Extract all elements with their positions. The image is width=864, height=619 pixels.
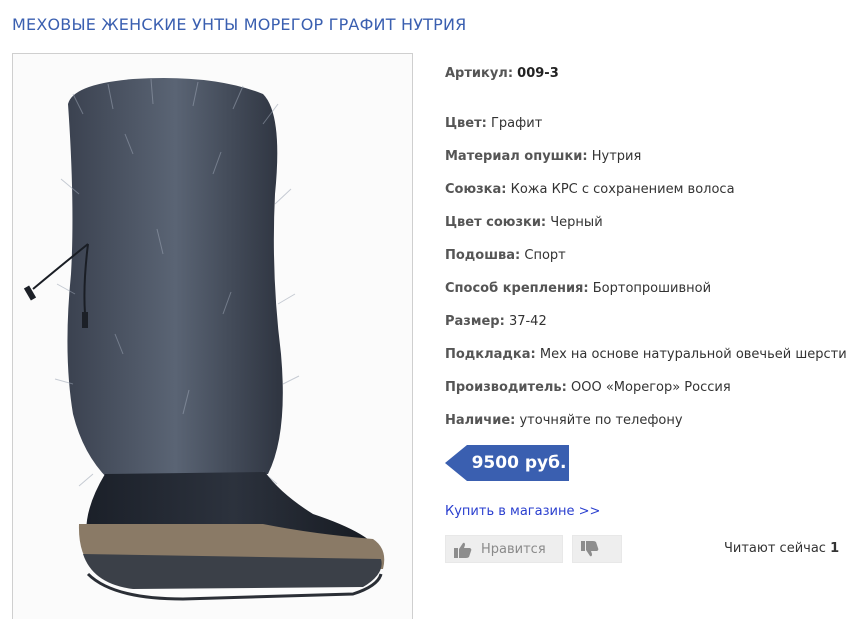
spec-availability: Наличие: уточняйте по телефону (445, 413, 683, 428)
thumbs-up-icon (454, 542, 472, 562)
product-photo[interactable] (12, 53, 413, 619)
readers-count: 1 (830, 541, 840, 556)
readers-now: Читают сейчас 1 (724, 541, 839, 556)
spec-fastening: Способ крепления: Бортопрошивной (445, 281, 712, 296)
price-value: 9500 руб. (471, 453, 567, 473)
thumbs-down-icon (581, 541, 599, 561)
page-title: МЕХОВЫЕ ЖЕНСКИЕ УНТЫ МОРЕГОР ГРАФИТ НУТР… (12, 15, 467, 34)
spec-manufacturer: Производитель: ООО «Морегор» Россия (445, 380, 731, 395)
like-label: Нравится (481, 542, 546, 557)
like-button[interactable]: Нравится (445, 535, 563, 563)
spec-size: Размер: 37-42 (445, 314, 547, 329)
spec-sole: Подошва: Спорт (445, 248, 566, 263)
buy-in-store-link[interactable]: Купить в магазине >> (445, 504, 600, 519)
dislike-button[interactable] (572, 535, 622, 563)
spec-trim-material: Материал опушки: Нутрия (445, 149, 642, 164)
spec-color: Цвет: Графит (445, 116, 543, 131)
spec-sku: Артикул: 009-3 (445, 66, 559, 81)
price-tag: 9500 руб. (445, 445, 569, 481)
readers-label: Читают сейчас (724, 541, 826, 556)
spec-lining: Подкладка: Мех на основе натуральной ове… (445, 347, 847, 362)
fur-boot-image (23, 78, 385, 601)
spec-vamp: Союзка: Кожа КРС с сохранением волоса (445, 182, 735, 197)
spec-vamp-color: Цвет союзки: Черный (445, 215, 603, 230)
